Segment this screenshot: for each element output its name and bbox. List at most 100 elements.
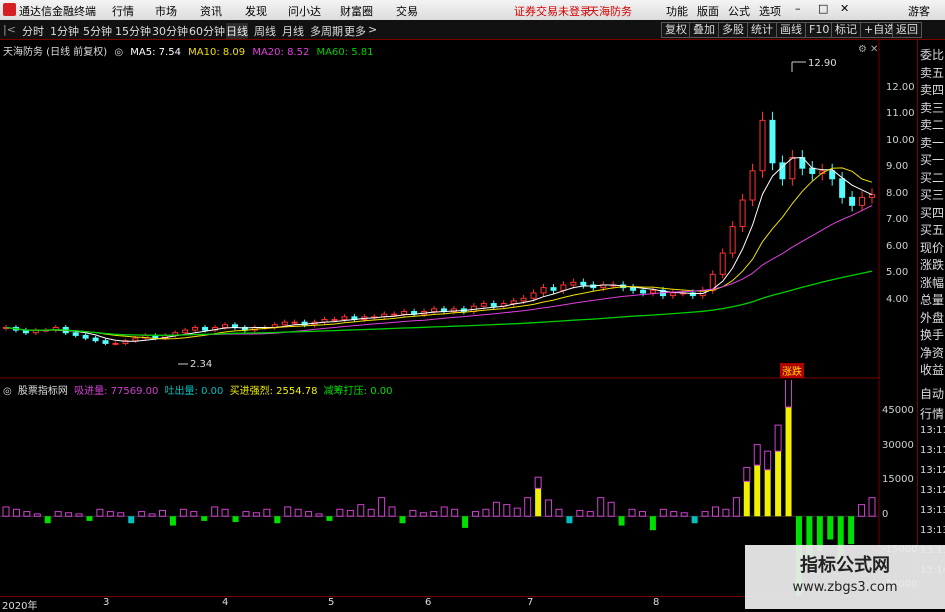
diejia-button[interactable]: 叠加 <box>689 22 719 38</box>
candle-body <box>550 287 557 291</box>
trade-login-status[interactable]: 证券交易未登录 <box>514 3 591 19</box>
settings-icon-2[interactable]: ◎ <box>3 386 12 397</box>
menu-banmian[interactable]: 版面 <box>697 3 719 19</box>
indicator-bar <box>263 508 271 517</box>
candle-body <box>630 287 637 291</box>
candle-body <box>132 337 139 342</box>
quote-field-label: 13:11 <box>920 445 945 456</box>
tab-multi-period[interactable]: 多周期 <box>310 23 343 39</box>
back-button[interactable]: 返回 <box>892 22 922 38</box>
watermark-title: 指标公式网 <box>800 555 890 576</box>
candle-body <box>112 342 119 345</box>
candle-body <box>560 284 567 291</box>
indicator-bar <box>680 512 688 517</box>
tab-fenshi[interactable]: 分时 <box>22 23 44 39</box>
indicator-bar <box>732 497 740 517</box>
indicator-bar <box>451 508 459 517</box>
candle-body <box>480 303 487 307</box>
indicator-bar <box>305 511 313 517</box>
tab-1min[interactable]: 1分钟 <box>50 23 79 39</box>
guest-label[interactable]: 游客 <box>908 3 930 19</box>
menu-shichang[interactable]: 市场 <box>155 3 177 19</box>
menu-gongshi[interactable]: 公式 <box>728 3 750 19</box>
indicator-bar <box>586 511 594 517</box>
ma5-value: MA5: 7.54 <box>130 47 181 58</box>
tab-60min[interactable]: 60分钟 <box>189 23 225 39</box>
menu-faxian[interactable]: 发现 <box>245 3 267 19</box>
indicator-bar <box>44 516 51 524</box>
indicator-bar <box>691 516 698 524</box>
quote-field-label: 总量 <box>920 293 945 307</box>
menu-jiaoyi[interactable]: 交易 <box>396 3 418 19</box>
quote-field-label: 卖五 <box>920 65 945 80</box>
biaoji-button[interactable]: 标记 <box>831 22 861 38</box>
jianchou-value: 减筹打压: 0.00 <box>323 386 393 397</box>
indicator-bar <box>492 501 500 517</box>
indicator-bar <box>378 497 386 517</box>
candle-body <box>859 196 866 206</box>
tab-15min[interactable]: 15分钟 <box>115 23 151 39</box>
quote-field-label: 涨跌 <box>920 258 945 272</box>
tab-weekly[interactable]: 周线 <box>254 23 276 39</box>
menu-zixun[interactable]: 资讯 <box>200 3 222 19</box>
date-tick-label: 3 <box>103 597 110 608</box>
tongji-button[interactable]: 统计 <box>747 22 777 38</box>
candle-body <box>640 289 647 294</box>
ma60-line <box>5 270 873 336</box>
indicator-bar <box>535 488 542 517</box>
tab-more[interactable]: 更多 <box>344 23 366 39</box>
indicator-bar <box>868 497 876 517</box>
candle-body <box>729 226 736 254</box>
candle-body <box>580 281 587 286</box>
indicator-bar-outline <box>774 424 782 452</box>
candle-body <box>291 321 298 324</box>
indicator-tick-label: 30000 <box>882 439 914 451</box>
indicator-bar-outline <box>764 450 772 471</box>
candle-body <box>202 326 209 331</box>
indicator-bar <box>159 509 167 517</box>
menu-xuanxiang[interactable]: 选项 <box>759 3 781 19</box>
fuquan-button[interactable]: 复权 <box>661 22 691 38</box>
toggle-arrow-icon[interactable]: |< <box>3 23 16 36</box>
indicator-bar <box>221 508 229 517</box>
duogu-button[interactable]: 多股 <box>718 22 748 38</box>
watermark: 指标公式网 www.zbgs3.com <box>745 545 945 609</box>
quote-field-label: 13:11 <box>920 425 945 436</box>
minimize-icon[interactable]: – <box>795 2 801 15</box>
indicator-bar <box>409 509 417 517</box>
menu-caifuquan[interactable]: 财富圈 <box>340 3 373 19</box>
tab-daily[interactable]: 日线 <box>226 23 248 39</box>
indicator-bar <box>23 511 31 517</box>
date-tick-label: 8 <box>653 597 660 608</box>
candle-body <box>530 292 537 299</box>
indicator-bar <box>430 511 438 517</box>
close-chart-icon[interactable]: ✕ <box>870 44 878 55</box>
maximize-icon[interactable]: □ <box>818 2 828 15</box>
f10-button[interactable]: F10 <box>805 22 834 38</box>
chevron-right-icon[interactable]: > <box>368 23 377 36</box>
indicator-bar <box>179 508 187 517</box>
quote-field-label: 买一 <box>920 153 945 167</box>
candle-body <box>221 324 228 328</box>
indicator-bar <box>555 508 563 517</box>
candle-body <box>789 157 796 180</box>
indicator-bar <box>743 481 750 517</box>
quote-field-label: 外盘 <box>920 310 945 325</box>
tab-30min[interactable]: 30分钟 <box>152 23 188 39</box>
settings-icon[interactable]: ◎ <box>114 47 123 58</box>
candle-body <box>520 297 527 302</box>
menu-gongneng[interactable]: 功能 <box>666 3 688 19</box>
close-icon[interactable]: ✕ <box>840 2 849 15</box>
kline-chart[interactable]: 12.90 2.34 <box>0 40 880 379</box>
huaxian-button[interactable]: 画线 <box>776 22 806 38</box>
tab-monthly[interactable]: 月线 <box>282 23 304 39</box>
indicator-bar <box>336 508 344 517</box>
tab-5min[interactable]: 5分钟 <box>83 23 112 39</box>
indicator-bar-outline <box>743 466 751 482</box>
gear-icon[interactable]: ⚙ <box>858 44 867 55</box>
date-tick-label: 2020年 <box>2 601 38 612</box>
indicator-tick-label: 0 <box>882 509 889 521</box>
menu-hangqing[interactable]: 行情 <box>112 3 134 19</box>
quote-field-label: 换手 <box>920 328 945 342</box>
menu-wenxiaoda[interactable]: 问小达 <box>288 3 321 19</box>
